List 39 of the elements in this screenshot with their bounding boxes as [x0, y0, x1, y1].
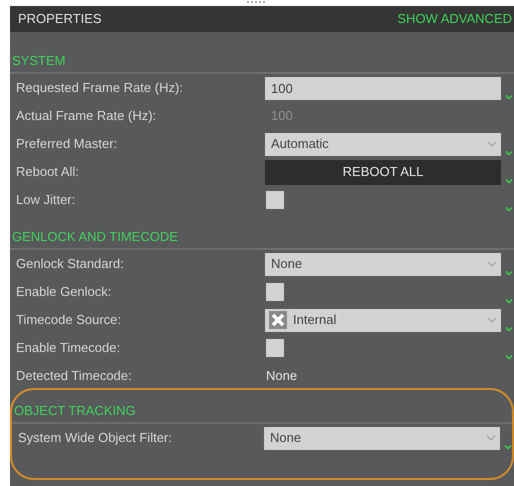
panel-title: PROPERTIES	[18, 10, 102, 28]
field-label: Low Jitter:	[16, 191, 76, 210]
field-label: Actual Frame Rate (Hz):	[16, 107, 158, 126]
tick-icon	[505, 298, 513, 304]
field-label: Requested Frame Rate (Hz):	[16, 79, 184, 98]
chevron-down-icon	[487, 141, 497, 147]
chevron-down-icon	[486, 435, 496, 441]
checkbox[interactable]	[266, 191, 284, 209]
value-text: None	[265, 367, 298, 386]
field-label: System Wide Object Filter:	[18, 429, 173, 448]
field-label: Enable Genlock:	[16, 283, 112, 302]
tick-icon	[504, 444, 512, 450]
section-title: SYSTEM	[11, 52, 66, 70]
dropdown[interactable]: None	[265, 252, 501, 276]
tick-icon	[505, 206, 513, 212]
tick-icon	[505, 150, 513, 156]
dropdown[interactable]: Automatic	[265, 132, 501, 156]
chevron-down-icon	[487, 317, 497, 323]
dropdown[interactable]: Internal	[265, 308, 501, 332]
section-title: GENLOCK AND TIMECODE	[11, 228, 178, 246]
dropdown[interactable]: None	[264, 426, 500, 450]
input-field[interactable]: 100	[265, 76, 501, 100]
field-label: Preferred Master:	[16, 135, 118, 154]
chevron-down-icon	[487, 261, 497, 267]
field-label: Timecode Source:	[16, 311, 122, 330]
tick-icon	[505, 178, 513, 184]
tick-icon	[505, 94, 513, 100]
checkbox[interactable]	[266, 283, 284, 301]
tick-icon	[505, 270, 513, 276]
section-title: OBJECT TRACKING	[13, 402, 136, 420]
field-label: Genlock Standard:	[16, 255, 125, 274]
tick-icon	[505, 354, 513, 360]
reboot-button[interactable]: REBOOT ALL	[265, 160, 501, 184]
show-advanced-link[interactable]: SHOW ADVANCED	[397, 9, 512, 29]
field-label: Reboot All:	[16, 163, 80, 182]
field-label: Enable Timecode:	[16, 339, 122, 358]
checkbox[interactable]	[266, 339, 284, 357]
field-label: Detected Timecode:	[16, 367, 133, 386]
tick-icon	[505, 326, 513, 332]
